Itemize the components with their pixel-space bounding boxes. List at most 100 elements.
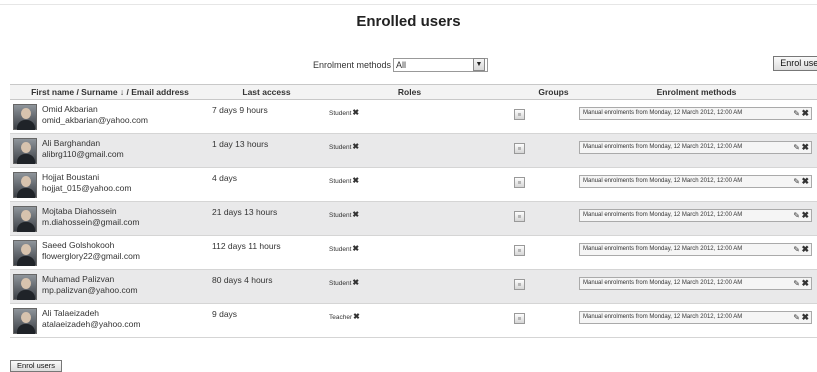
role-name: Student (329, 144, 352, 151)
user-email: mp.palizvan@yahoo.com (42, 285, 138, 295)
enrolment-method: Manual enrolments from Monday, 12 March … (579, 209, 812, 222)
close-icon[interactable]: ✖ (352, 244, 359, 253)
header-user-sort[interactable]: First name / Surname ↓ / Email address (10, 85, 210, 99)
edit-icon[interactable]: ✎ (793, 176, 800, 187)
user-name-link[interactable]: Hojjat Boustani (42, 172, 99, 183)
enrolment-method: Manual enrolments from Monday, 12 March … (579, 277, 812, 290)
user-cell: Hojjat Boustani hojjat_015@yahoo.com (10, 168, 210, 201)
close-icon[interactable]: ✖ (801, 210, 809, 221)
role-badge: Student✖ (329, 176, 359, 185)
close-icon[interactable]: ✖ (801, 312, 809, 323)
role-name: Teacher (329, 314, 353, 321)
groups-cell (531, 100, 576, 133)
close-icon[interactable]: ✖ (801, 278, 809, 289)
enrolment-method-text: Manual enrolments from Monday, 12 March … (583, 314, 743, 320)
edit-icon[interactable]: ✎ (793, 210, 800, 221)
close-icon[interactable]: ✖ (353, 312, 360, 321)
last-access-value: 21 days 13 hours (212, 207, 278, 217)
user-cell: Omid Akbarian omid_akbarian@yahoo.com (10, 100, 210, 133)
user-cell: Muhamad Palizvan mp.palizvan@yahoo.com (10, 270, 210, 303)
role-badge: Student✖ (329, 210, 359, 219)
enrol-users-button-top[interactable]: Enrol users (773, 56, 817, 71)
assign-role-icon[interactable] (514, 279, 525, 290)
edit-icon[interactable]: ✎ (793, 312, 800, 323)
last-access-value: 9 days (212, 309, 238, 319)
roles-cell: Student✖ (323, 134, 496, 167)
user-cell: Ali Barghandan alibrg110@gmail.com (10, 134, 210, 167)
close-icon[interactable]: ✖ (801, 244, 809, 255)
last-access-cell: 4 days (210, 168, 323, 201)
enrolment-method: Manual enrolments from Monday, 12 March … (579, 141, 812, 154)
close-icon[interactable]: ✖ (352, 278, 359, 287)
edit-icon[interactable]: ✎ (793, 244, 800, 255)
avatar[interactable] (13, 138, 37, 164)
roles-cell: Student✖ (323, 270, 496, 303)
groups-cell (531, 304, 576, 337)
last-access-value: 80 days 4 hours (212, 275, 273, 285)
assign-role-icon[interactable] (514, 143, 525, 154)
user-cell: Saeed Golshokooh flowerglory22@gmail.com (10, 236, 210, 269)
close-icon[interactable]: ✖ (352, 176, 359, 185)
table-row: Omid Akbarian omid_akbarian@yahoo.com 7 da… (10, 100, 817, 134)
avatar[interactable] (13, 240, 37, 266)
last-access-value: 112 days 11 hours (212, 241, 281, 251)
enrolment-method: Manual enrolments from Monday, 12 March … (579, 175, 812, 188)
last-access-cell: 1 day 13 hours (210, 134, 323, 167)
enrolled-users-table: First name / Surname ↓ / Email address L… (10, 84, 817, 338)
assign-role-icon[interactable] (514, 211, 525, 222)
avatar[interactable] (13, 274, 37, 300)
assign-role-icon[interactable] (514, 109, 525, 120)
roles-cell: Student✖ (323, 202, 496, 235)
user-name-link[interactable]: Ali Talaeizadeh (42, 308, 99, 319)
assign-role-icon[interactable] (514, 245, 525, 256)
avatar[interactable] (13, 172, 37, 198)
role-name: Student (329, 178, 352, 185)
edit-icon[interactable]: ✎ (793, 278, 800, 289)
user-name-link[interactable]: Muhamad Palizvan (42, 274, 114, 285)
dropdown-arrow-icon[interactable]: ▼ (473, 58, 485, 71)
enrolment-method: Manual enrolments from Monday, 12 March … (579, 311, 812, 324)
avatar[interactable] (13, 308, 37, 334)
user-name-link[interactable]: Ali Barghandan (42, 138, 100, 149)
role-badge: Teacher✖ (329, 312, 360, 321)
close-icon[interactable]: ✖ (801, 176, 809, 187)
edit-icon[interactable]: ✎ (793, 108, 800, 119)
assign-role-icon[interactable] (514, 313, 525, 324)
role-name: Student (329, 110, 352, 117)
last-access-cell: 9 days (210, 304, 323, 337)
user-email: flowerglory22@gmail.com (42, 251, 140, 261)
avatar[interactable] (13, 104, 37, 130)
user-cell: Ali Talaeizadeh atalaeizadeh@yahoo.com (10, 304, 210, 337)
last-access-cell: 80 days 4 hours (210, 270, 323, 303)
header-last-access[interactable]: Last access (210, 85, 323, 99)
assign-role-icon[interactable] (514, 177, 525, 188)
edit-icon[interactable]: ✎ (793, 142, 800, 153)
roles-cell: Teacher✖ (323, 304, 496, 337)
close-icon[interactable]: ✖ (801, 142, 809, 153)
table-header: First name / Surname ↓ / Email address L… (10, 85, 817, 100)
groups-cell (531, 202, 576, 235)
close-icon[interactable]: ✖ (352, 210, 359, 219)
enrolment-method-text: Manual enrolments from Monday, 12 March … (583, 178, 743, 184)
enrolment-methods-cell: Manual enrolments from Monday, 12 March … (576, 236, 817, 269)
header-roles: Roles (397, 87, 422, 97)
close-icon[interactable]: ✖ (352, 142, 359, 151)
close-icon[interactable]: ✖ (801, 108, 809, 119)
user-email: m.diahossein@gmail.com (42, 217, 140, 227)
filter-label: Enrolment methods (313, 60, 392, 70)
close-icon[interactable]: ✖ (352, 108, 359, 117)
header-groups: Groups (538, 87, 569, 97)
avatar[interactable] (13, 206, 37, 232)
enrol-users-button-bottom[interactable]: Enrol users (10, 360, 62, 372)
enrolment-methods-cell: Manual enrolments from Monday, 12 March … (576, 134, 817, 167)
groups-cell (531, 168, 576, 201)
roles-cell: Student✖ (323, 100, 496, 133)
enrolment-methods-cell: Manual enrolments from Monday, 12 March … (576, 168, 817, 201)
last-access-value: 1 day 13 hours (212, 139, 269, 149)
user-name-link[interactable]: Omid Akbarian (42, 104, 98, 115)
user-name-link[interactable]: Saeed Golshokooh (42, 240, 114, 251)
groups-cell (531, 236, 576, 269)
enrolment-method-text: Manual enrolments from Monday, 12 March … (583, 144, 743, 150)
user-name-link[interactable]: Mojtaba Diahossein (42, 206, 117, 217)
role-name: Student (329, 246, 352, 253)
